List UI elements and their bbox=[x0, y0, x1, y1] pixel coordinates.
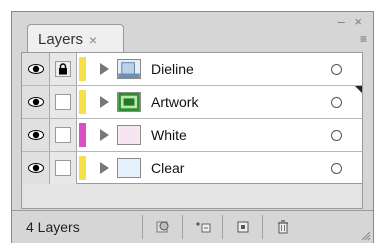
delete-layer-button[interactable] bbox=[262, 215, 302, 239]
panel-footer: 4 Layers bbox=[12, 210, 373, 243]
lock-toggle[interactable] bbox=[50, 152, 77, 184]
layer-name[interactable]: White bbox=[151, 127, 187, 143]
visibility-toggle[interactable] bbox=[22, 86, 50, 118]
eye-icon bbox=[27, 130, 44, 140]
visibility-toggle[interactable] bbox=[22, 53, 50, 85]
layer-name[interactable]: Dieline bbox=[151, 61, 194, 77]
layer-count: 4 Layers bbox=[26, 219, 80, 235]
eye-icon bbox=[27, 97, 44, 107]
layer-name[interactable]: Clear bbox=[151, 160, 184, 176]
new-layer-icon bbox=[237, 221, 248, 233]
expand-triangle-icon[interactable] bbox=[100, 162, 109, 174]
layer-row[interactable]: Clear bbox=[22, 152, 362, 185]
selected-art-indicator bbox=[355, 86, 362, 93]
lock-toggle[interactable] bbox=[50, 119, 77, 151]
layer-name[interactable]: Artwork bbox=[151, 94, 198, 110]
layers-panel: – × ≡ Layers × Dieline Artwork White Cle… bbox=[11, 11, 374, 243]
resize-grip-icon[interactable] bbox=[361, 231, 371, 241]
layer-color-chip bbox=[79, 123, 86, 147]
expand-triangle-icon[interactable] bbox=[100, 129, 109, 141]
layer-color-chip bbox=[79, 57, 86, 81]
trash-icon bbox=[277, 220, 288, 234]
layers-empty-area bbox=[21, 184, 363, 209]
layer-color-chip bbox=[79, 90, 86, 114]
visibility-toggle[interactable] bbox=[22, 119, 50, 151]
target-circle-icon[interactable] bbox=[331, 96, 342, 108]
clear-thumbnail bbox=[117, 158, 141, 178]
layer-row[interactable]: Artwork bbox=[22, 86, 362, 119]
layer-row[interactable]: White bbox=[22, 119, 362, 152]
lock-toggle[interactable] bbox=[50, 86, 77, 118]
expand-triangle-icon[interactable] bbox=[100, 63, 109, 75]
eye-icon bbox=[27, 64, 44, 74]
panel-menu-icon[interactable]: ≡ bbox=[360, 32, 367, 46]
clipping-mask-icon bbox=[156, 221, 168, 233]
new-sublayer-icon bbox=[195, 222, 210, 233]
eye-icon bbox=[27, 163, 44, 173]
new-sublayer-button[interactable] bbox=[182, 215, 222, 239]
lock-icon bbox=[59, 63, 67, 75]
expand-triangle-icon[interactable] bbox=[100, 96, 109, 108]
tab-title: Layers bbox=[38, 31, 84, 48]
clipping-mask-button[interactable] bbox=[142, 215, 182, 239]
layer-row[interactable]: Dieline bbox=[22, 53, 362, 86]
layers-list: Dieline Artwork White Clear bbox=[21, 52, 363, 185]
close-icon[interactable]: × bbox=[89, 32, 97, 48]
layer-color-chip bbox=[79, 156, 86, 180]
tab-layers[interactable]: Layers × bbox=[27, 24, 124, 54]
artwork-thumbnail bbox=[117, 92, 141, 112]
target-circle-icon[interactable] bbox=[331, 63, 342, 75]
visibility-toggle[interactable] bbox=[22, 152, 50, 184]
target-circle-icon[interactable] bbox=[331, 129, 342, 141]
window-controls[interactable]: – × bbox=[338, 14, 365, 29]
new-layer-button[interactable] bbox=[222, 215, 262, 239]
target-circle-icon[interactable] bbox=[331, 162, 342, 174]
white-thumbnail bbox=[117, 125, 141, 145]
dieline-thumbnail bbox=[117, 59, 141, 79]
lock-toggle[interactable] bbox=[50, 53, 77, 85]
